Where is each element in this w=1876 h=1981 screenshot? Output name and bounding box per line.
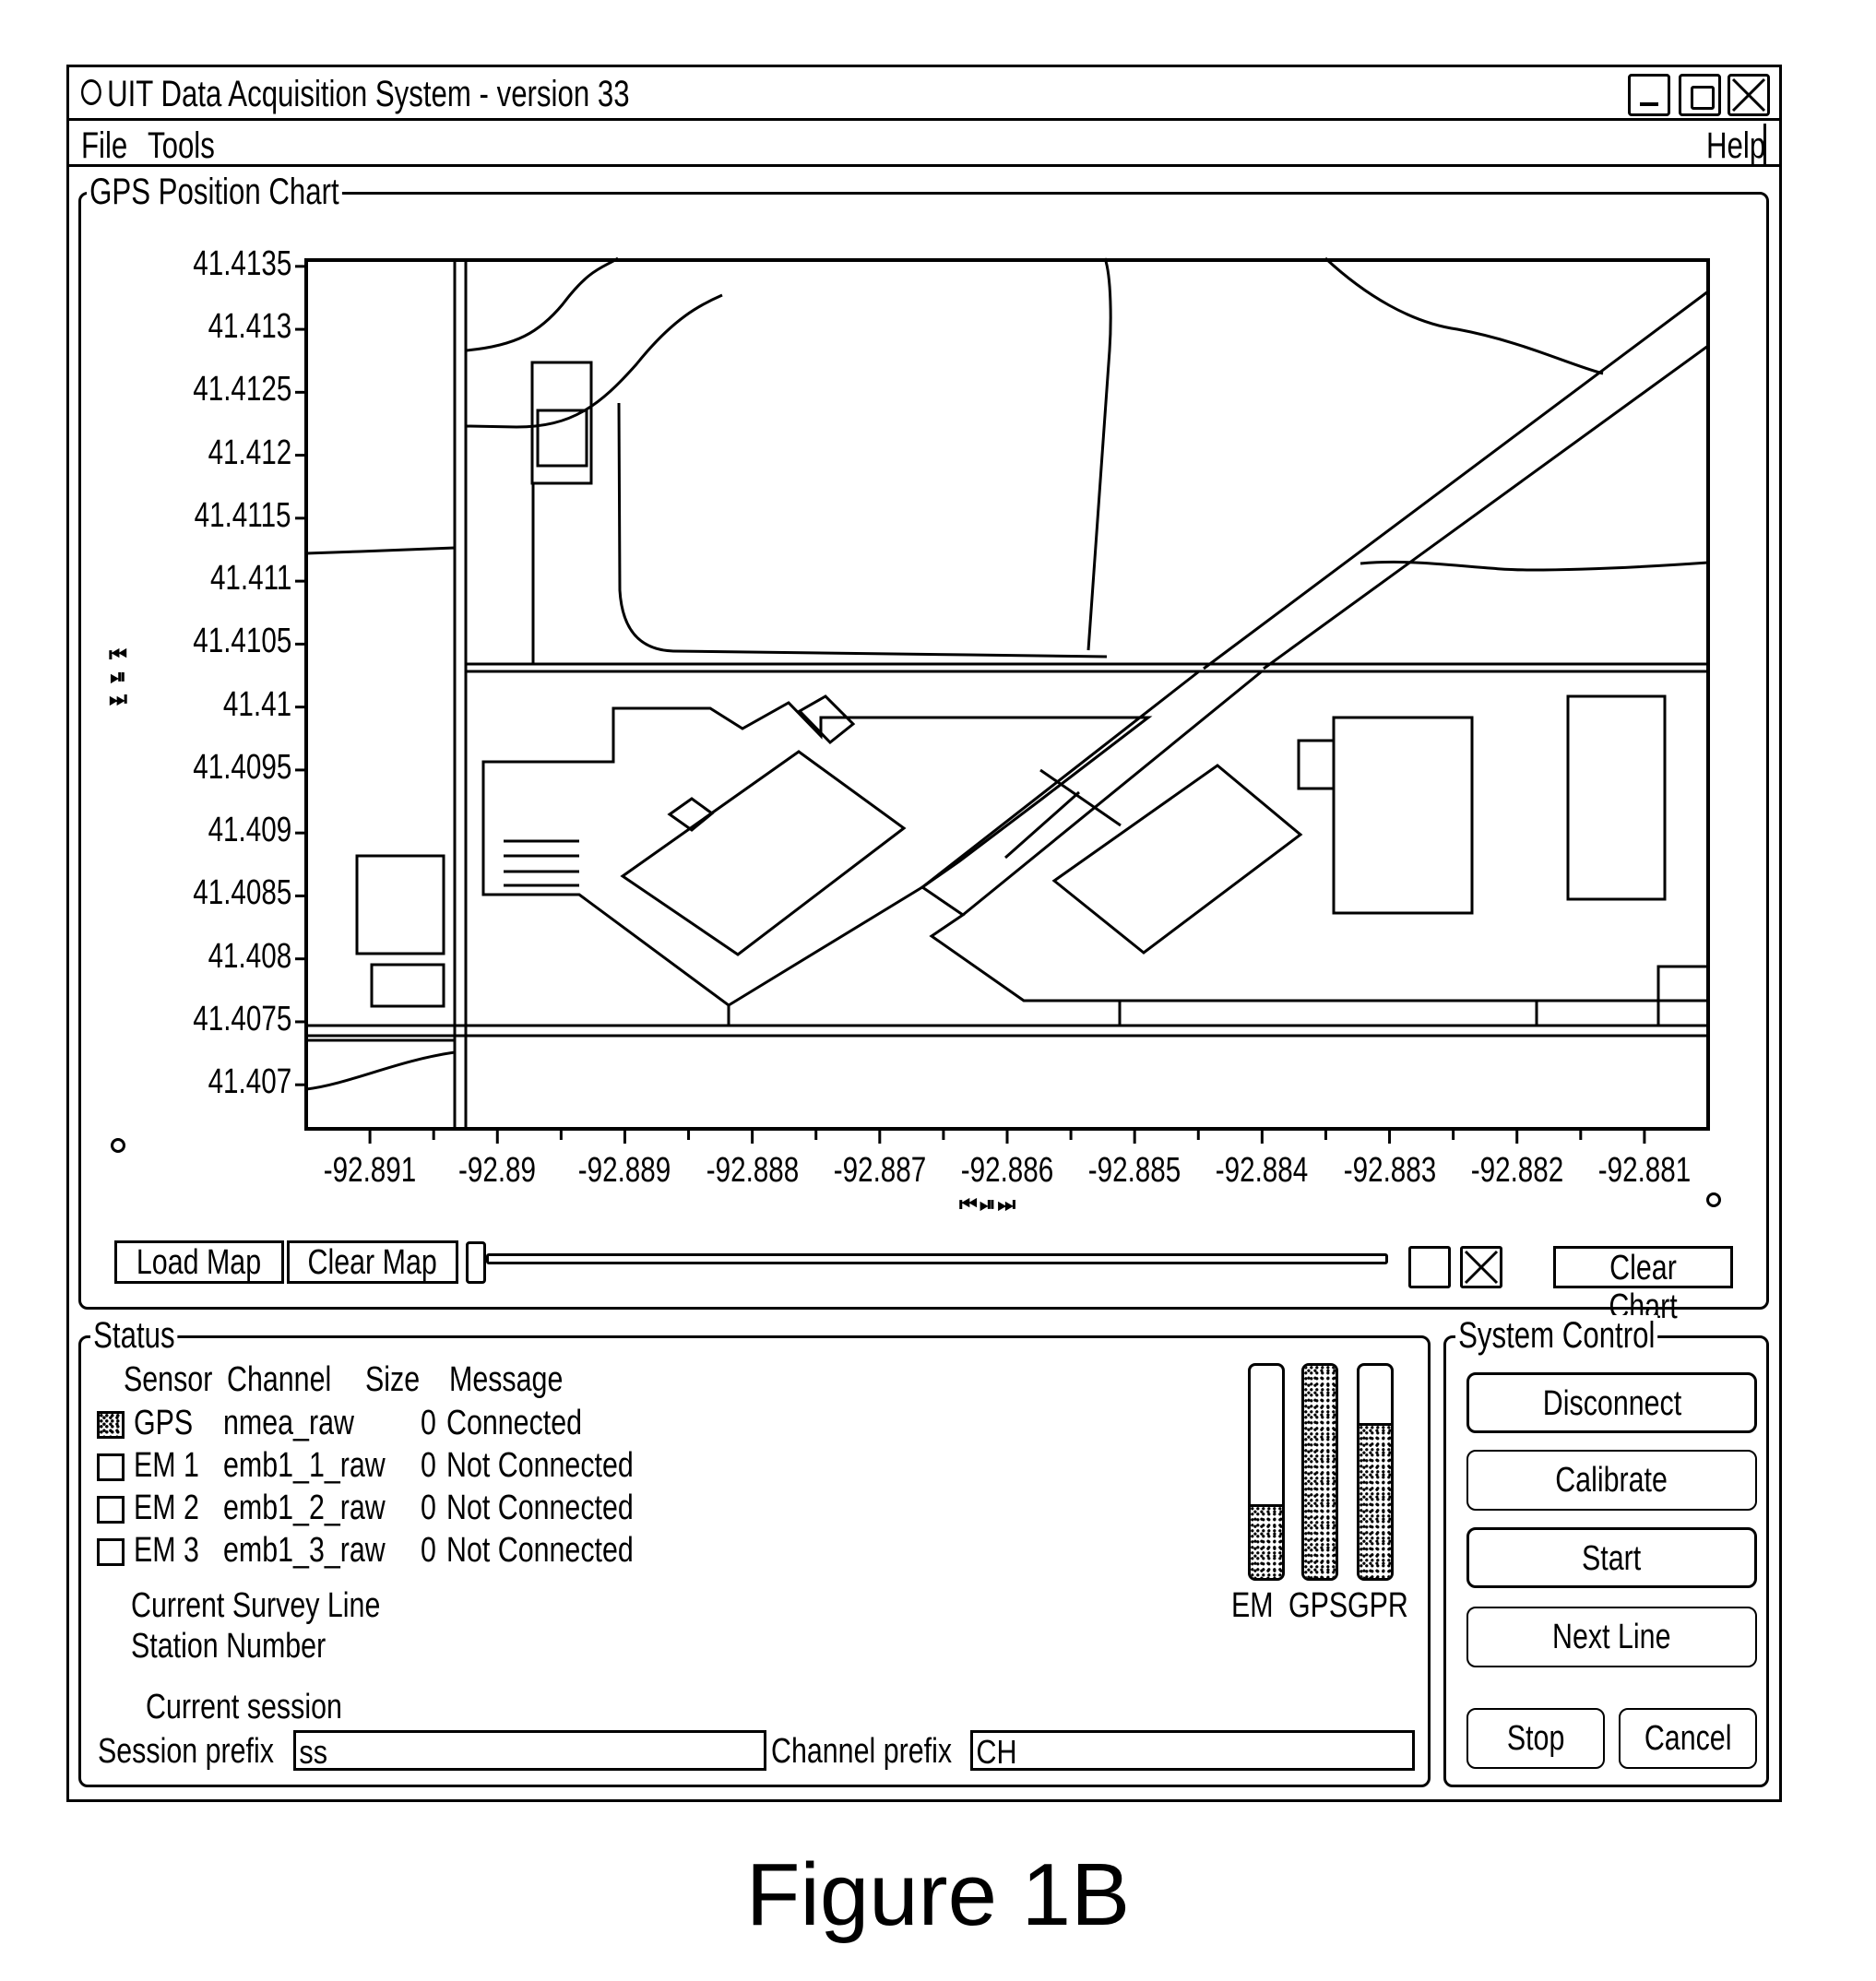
current-survey-line-label: Current Survey Line	[131, 1586, 381, 1625]
x-scroll-controls[interactable]: ⏮⏯⏭	[959, 1192, 1017, 1216]
skip-end-icon[interactable]: ⏭	[108, 690, 131, 712]
plot-frame	[304, 258, 1710, 1131]
map-railway	[1203, 290, 1709, 670]
size-value: 0	[421, 1489, 436, 1527]
current-session-label: Current session	[146, 1688, 342, 1726]
map-building	[536, 409, 588, 468]
stop-button[interactable]: Stop	[1466, 1708, 1605, 1769]
channel-prefix-input[interactable]	[973, 1735, 1347, 1770]
map-railway	[1263, 344, 1709, 670]
level-label: EM	[1231, 1586, 1274, 1625]
map-building	[667, 797, 715, 832]
skip-start-icon[interactable]: ⏮	[959, 1192, 980, 1216]
map-building-outline	[481, 826, 923, 1007]
header-channel: Channel	[227, 1360, 332, 1399]
next-line-button[interactable]: Next Line	[1466, 1607, 1757, 1667]
session-prefix-field[interactable]	[293, 1730, 766, 1771]
map-building	[797, 694, 856, 745]
session-prefix-input[interactable]	[296, 1735, 694, 1770]
gpr-level-bar	[1357, 1363, 1394, 1581]
skip-start-icon[interactable]: ⏮	[108, 646, 131, 668]
map-contour	[305, 1050, 456, 1091]
system-control-title: System Control	[1455, 1315, 1658, 1357]
header-sensor: Sensor	[124, 1360, 213, 1399]
x-icon	[1464, 1250, 1499, 1285]
corner-dot-icon	[111, 1138, 125, 1153]
map-building	[1332, 716, 1474, 915]
map-building	[1297, 739, 1336, 790]
message-text: Not Connected	[446, 1531, 634, 1570]
x-toggle-box[interactable]	[1460, 1246, 1502, 1288]
step-icon[interactable]: ⏯	[108, 668, 131, 690]
sensor-checkbox[interactable]	[97, 1496, 125, 1524]
map-parcel-line	[1656, 965, 1708, 1001]
map-building	[355, 854, 445, 955]
size-value: 0	[421, 1531, 436, 1570]
map-path	[1086, 257, 1112, 651]
level-label: GPR	[1348, 1586, 1408, 1625]
sensor-name: GPS	[134, 1404, 194, 1442]
channel-name: emb1_1_raw	[223, 1446, 386, 1485]
channel-name: nmea_raw	[223, 1404, 354, 1442]
step-icon[interactable]: ⏯	[980, 1192, 998, 1216]
disconnect-button[interactable]: Disconnect	[1466, 1372, 1757, 1433]
sensor-name: EM 1	[134, 1446, 199, 1485]
sensor-checkbox[interactable]	[97, 1538, 125, 1566]
session-prefix-label: Session prefix	[98, 1732, 274, 1771]
map-railway	[962, 670, 1263, 917]
sensor-checkbox[interactable]	[97, 1453, 125, 1481]
message-text: Not Connected	[446, 1489, 634, 1527]
empty-toggle-box[interactable]	[1408, 1246, 1451, 1288]
map-road	[1004, 790, 1080, 860]
calibrate-button[interactable]: Calibrate	[1466, 1450, 1757, 1511]
time-slider-track[interactable]	[486, 1253, 1388, 1264]
site-map	[305, 256, 1709, 1127]
level-fill	[1251, 1503, 1282, 1578]
sensor-checkbox[interactable]	[97, 1411, 125, 1439]
clear-chart-button[interactable]: Clear Chart	[1553, 1246, 1733, 1326]
load-map-button[interactable]: Load Map	[114, 1240, 284, 1284]
map-railway	[921, 670, 1200, 889]
slider-thumb[interactable]	[466, 1241, 486, 1284]
y-scroll-controls[interactable]: ⏮⏯⏭	[107, 646, 131, 712]
channel-prefix-label: Channel prefix	[771, 1732, 953, 1771]
header-size: Size	[365, 1360, 421, 1399]
map-building	[370, 963, 445, 1008]
map-contour	[1360, 560, 1709, 572]
sensor-name: EM 2	[134, 1489, 199, 1527]
level-fill	[1360, 1423, 1391, 1578]
message-text: Connected	[446, 1404, 583, 1442]
clear-map-button[interactable]: Clear Map	[287, 1240, 458, 1284]
level-label: GPS	[1288, 1586, 1348, 1625]
map-contour	[1324, 256, 1604, 375]
corner-dot-icon	[1706, 1192, 1721, 1207]
sensor-name: EM 3	[134, 1531, 199, 1570]
skip-end-icon[interactable]: ⏭	[997, 1192, 1017, 1216]
map-parcel-line	[305, 546, 456, 555]
level-fill	[1304, 1366, 1336, 1578]
map-building	[1051, 764, 1303, 955]
status-title: Status	[90, 1315, 178, 1357]
channel-name: emb1_2_raw	[223, 1489, 386, 1527]
station-number-label: Station Number	[131, 1627, 327, 1666]
start-button[interactable]: Start	[1466, 1527, 1757, 1588]
map-contour	[465, 293, 723, 429]
channel-name: emb1_3_raw	[223, 1531, 386, 1570]
gps-level-bar	[1301, 1363, 1338, 1581]
header-message: Message	[449, 1360, 564, 1399]
map-path	[617, 402, 1108, 658]
size-value: 0	[421, 1404, 436, 1442]
message-text: Not Connected	[446, 1446, 634, 1485]
gps-position-plot[interactable]	[0, 0, 1876, 1291]
cancel-button[interactable]: Cancel	[1619, 1708, 1757, 1769]
em-level-bar	[1248, 1363, 1285, 1581]
channel-prefix-field[interactable]	[970, 1730, 1415, 1771]
figure-caption: Figure 1B	[745, 1845, 1131, 1944]
map-contour	[465, 256, 619, 352]
map-building	[1566, 694, 1667, 901]
size-value: 0	[421, 1446, 436, 1485]
